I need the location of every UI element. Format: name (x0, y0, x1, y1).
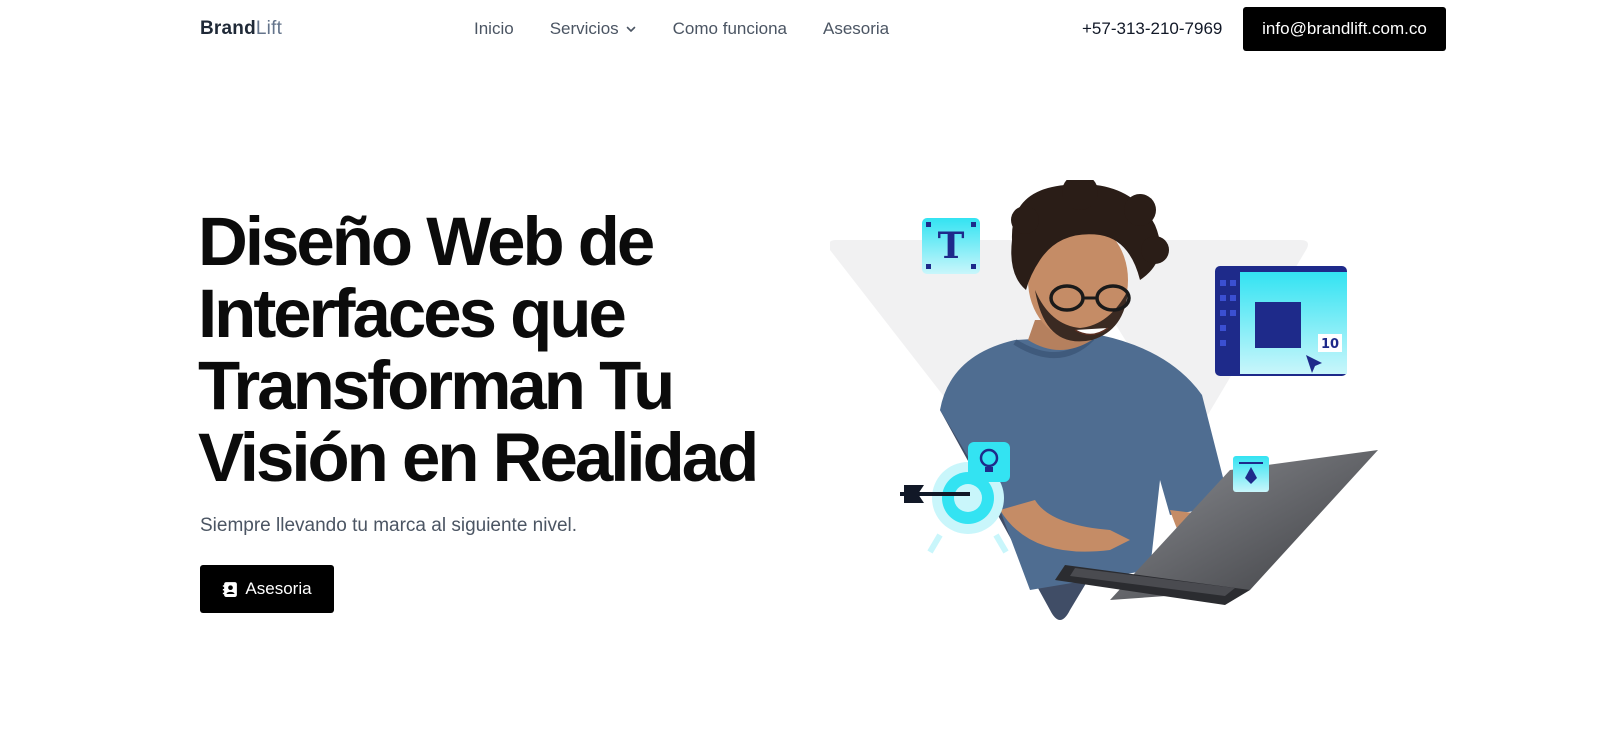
contact-card-icon (223, 581, 238, 597)
target-idea-icon (900, 442, 1010, 554)
hero-title-line: Transforman Tu (198, 347, 675, 424)
hero-illustration: T 10 (830, 180, 1378, 620)
hero-title-line: Visión en Realidad (198, 419, 759, 496)
nav-asesoria[interactable]: Asesoria (823, 18, 889, 40)
site-header: BrandLift Inicio Servicios Como funciona… (0, 0, 1619, 58)
nav-asesoria-label: Asesoria (823, 19, 890, 38)
nav-inicio-label: Inicio (474, 19, 514, 38)
hero-subtitle: Siempre llevando tu marca al siguiente n… (200, 515, 578, 536)
asesoria-cta-button[interactable]: Asesoria (200, 565, 334, 613)
email-button[interactable]: info@brandlift.com.co (1243, 7, 1446, 51)
hero-title: Diseño Web de Interfaces que Transforman… (198, 206, 838, 494)
main-nav: Inicio Servicios Como funciona Asesoria (474, 18, 889, 40)
nav-inicio[interactable]: Inicio (474, 18, 514, 40)
logo-lift-text: Lift (255, 18, 283, 39)
text-tool-letter: T (938, 225, 965, 267)
hero-title-line: Diseño Web de (198, 203, 655, 280)
landing-page: BrandLift Inicio Servicios Como funciona… (0, 0, 1619, 753)
pen-tool-icon (1233, 456, 1269, 492)
nav-servicios-label: Servicios (549, 19, 619, 38)
asesoria-cta-label: Asesoria (245, 579, 312, 598)
layout-editor-icon: 10 (1215, 266, 1347, 376)
phone-number[interactable]: +57-313-210-7969 (1082, 18, 1222, 40)
brand-logo[interactable]: BrandLift (200, 18, 282, 40)
logo-brand-text: Brand (200, 18, 256, 39)
nav-como-funciona-label: Como funciona (672, 19, 787, 38)
text-tool-icon: T (922, 218, 980, 274)
chevron-down-icon (626, 26, 635, 32)
nav-como-funciona[interactable]: Como funciona (673, 18, 787, 40)
layout-badge-text: 10 (1321, 337, 1339, 352)
nav-servicios[interactable]: Servicios (550, 18, 637, 40)
hero-title-line: Interfaces que (198, 275, 627, 352)
